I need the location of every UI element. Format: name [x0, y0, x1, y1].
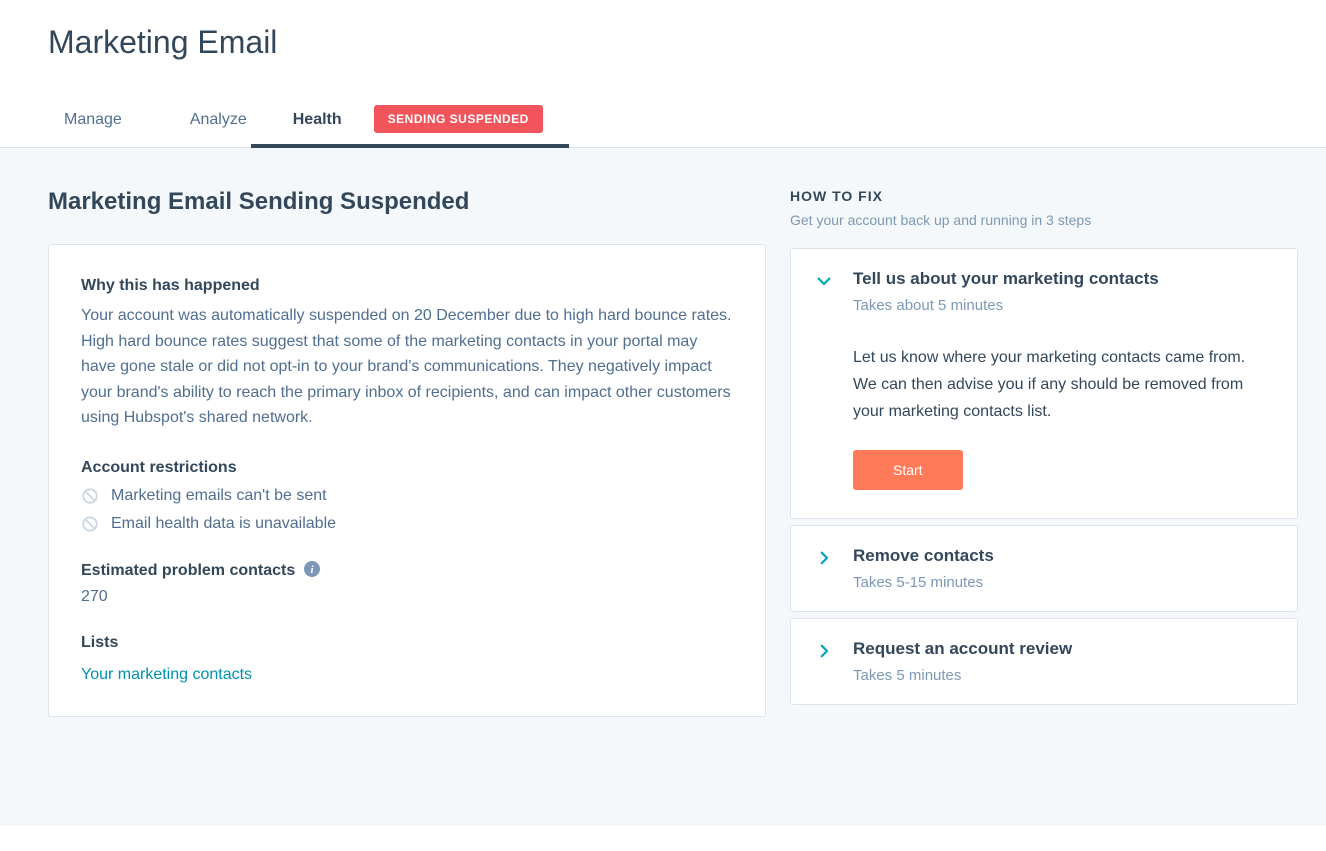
- lists-title: Lists: [81, 634, 733, 652]
- status-badge: SENDING SUSPENDED: [374, 105, 543, 133]
- page-title: Marketing Email: [48, 24, 1278, 61]
- start-button[interactable]: Start: [853, 450, 963, 490]
- restriction-item: Marketing emails can't be sent: [81, 487, 733, 505]
- step-header-1[interactable]: Tell us about your marketing contacts Ta…: [791, 249, 1297, 334]
- details-card: Why this has happened Your account was a…: [48, 244, 766, 717]
- tabs-row: Manage Analyze Health SENDING SUSPENDED: [48, 101, 1278, 147]
- step-time: Takes about 5 minutes: [853, 297, 1159, 314]
- chevron-right-icon: [815, 549, 833, 567]
- right-column: HOW TO FIX Get your account back up and …: [790, 188, 1298, 711]
- step-time: Takes 5 minutes: [853, 667, 1072, 684]
- problem-contacts-title-text: Estimated problem contacts: [81, 562, 295, 579]
- restriction-text: Marketing emails can't be sent: [111, 487, 327, 505]
- step-card-3: Request an account review Takes 5 minute…: [790, 618, 1298, 705]
- tab-health-wrap: Health SENDING SUSPENDED: [289, 101, 543, 147]
- section-heading: Marketing Email Sending Suspended: [48, 188, 766, 216]
- tab-underline: [251, 144, 569, 148]
- why-title: Why this has happened: [81, 277, 733, 295]
- block-icon: [81, 515, 99, 533]
- content-region: Marketing Email Sending Suspended Why th…: [0, 148, 1326, 826]
- howto-subtitle: Get your account back up and running in …: [790, 212, 1298, 228]
- left-column: Marketing Email Sending Suspended Why th…: [48, 188, 766, 717]
- marketing-contacts-link[interactable]: Your marketing contacts: [81, 666, 252, 684]
- step-card-1: Tell us about your marketing contacts Ta…: [790, 248, 1298, 519]
- step-header-text: Request an account review Takes 5 minute…: [853, 639, 1072, 684]
- step-card-2: Remove contacts Takes 5-15 minutes: [790, 525, 1298, 612]
- chevron-right-icon: [815, 642, 833, 660]
- info-icon[interactable]: i: [304, 561, 320, 577]
- restriction-text: Email health data is unavailable: [111, 515, 336, 533]
- restrictions-title: Account restrictions: [81, 459, 733, 477]
- tab-analyze[interactable]: Analyze: [186, 101, 251, 147]
- step-body-1: Let us know where your marketing contact…: [791, 334, 1297, 518]
- chevron-down-icon: [815, 272, 833, 290]
- step-time: Takes 5-15 minutes: [853, 574, 994, 591]
- restrictions-list: Marketing emails can't be sent Email hea…: [81, 487, 733, 533]
- step-header-text: Tell us about your marketing contacts Ta…: [853, 269, 1159, 314]
- howto-title: HOW TO FIX: [790, 188, 1298, 204]
- step-title: Tell us about your marketing contacts: [853, 269, 1159, 289]
- step-header-2[interactable]: Remove contacts Takes 5-15 minutes: [791, 526, 1297, 611]
- block-icon: [81, 487, 99, 505]
- why-body: Your account was automatically suspended…: [81, 303, 733, 431]
- problem-contacts-title: Estimated problem contacts i: [81, 561, 733, 580]
- step-description: Let us know where your marketing contact…: [853, 344, 1273, 426]
- step-header-text: Remove contacts Takes 5-15 minutes: [853, 546, 994, 591]
- step-title: Remove contacts: [853, 546, 994, 566]
- tab-health[interactable]: Health: [289, 101, 346, 147]
- step-title: Request an account review: [853, 639, 1072, 659]
- step-header-3[interactable]: Request an account review Takes 5 minute…: [791, 619, 1297, 704]
- header-region: Marketing Email Manage Analyze Health SE…: [0, 0, 1326, 147]
- restriction-item: Email health data is unavailable: [81, 515, 733, 533]
- tab-manage[interactable]: Manage: [60, 101, 126, 147]
- problem-contacts-value: 270: [81, 588, 733, 606]
